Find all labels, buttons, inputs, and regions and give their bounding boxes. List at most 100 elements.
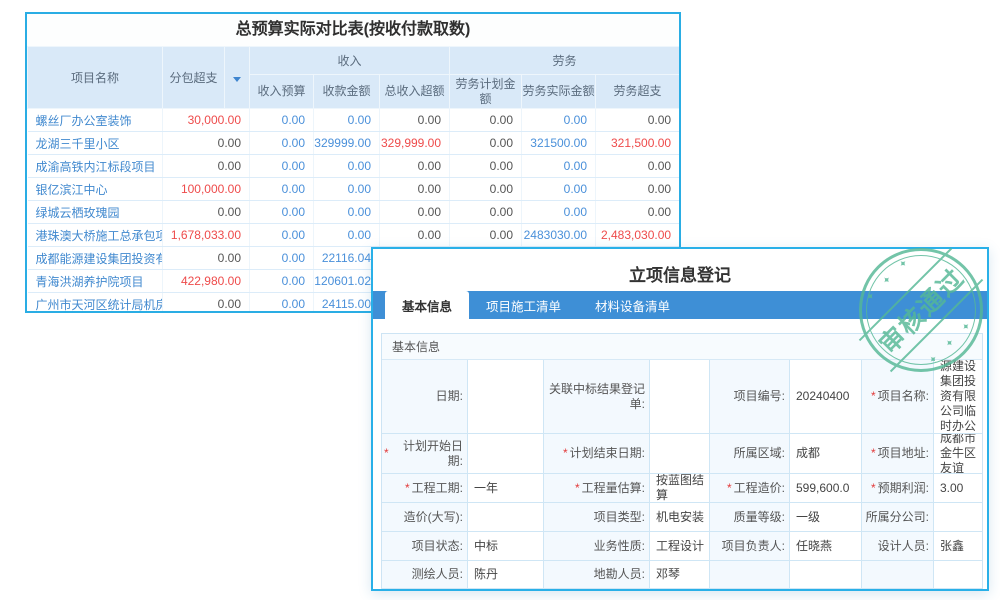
col-header-receipt-amount: 收款金额 — [314, 75, 380, 109]
amount-cell[interactable]: 0.00 — [314, 155, 380, 178]
field-value[interactable] — [650, 434, 710, 474]
project-name-link[interactable]: 银亿滨江中心 — [28, 178, 163, 201]
project-name-link[interactable]: 成渝高铁内江标段项目 — [28, 155, 163, 178]
amount-cell: 0.00 — [380, 109, 450, 132]
amount-cell[interactable]: 0.00 — [522, 109, 596, 132]
form-grid: 日期:关联中标结果登记单:项目编号:20240400*项目名称:成都能源建设集团… — [382, 360, 982, 589]
amount-cell[interactable]: 0.00 — [314, 178, 380, 201]
amount-cell: 0.00 — [380, 155, 450, 178]
field-label: *工程工期: — [382, 474, 468, 503]
amount-cell[interactable]: 0.00 — [314, 224, 380, 247]
amount-cell[interactable]: 0.00 — [250, 201, 314, 224]
amount-cell: 0.00 — [450, 224, 522, 247]
field-label: 项目编号: — [710, 360, 790, 434]
amount-cell: 0.00 — [163, 293, 250, 314]
amount-cell[interactable]: 0.00 — [250, 178, 314, 201]
field-label: *工程造价: — [710, 474, 790, 503]
amount-cell[interactable]: 0.00 — [314, 201, 380, 224]
col-group-labor: 劳务 — [450, 47, 680, 75]
field-value[interactable]: 成都能源建设集团投资有限公司临时办公场所 — [934, 360, 982, 434]
table-row: 港珠澳大桥施工总承包项目1,678,033.000.000.000.000.00… — [28, 224, 680, 247]
project-name-link[interactable]: 龙湖三千里小区 — [28, 132, 163, 155]
amount-cell[interactable]: 0.00 — [250, 224, 314, 247]
amount-cell: 0.00 — [163, 201, 250, 224]
field-value[interactable]: 3.00 — [934, 474, 982, 503]
amount-cell[interactable]: 0.00 — [522, 178, 596, 201]
project-name-link[interactable]: 成都能源建设集团投资有限公司 — [28, 247, 163, 270]
sort-caret-icon[interactable] — [225, 47, 250, 109]
field-value[interactable]: 599,600.0 — [790, 474, 862, 503]
amount-cell[interactable]: 24115.00 — [314, 293, 380, 314]
amount-cell[interactable]: 321500.00 — [522, 132, 596, 155]
field-label: 日期: — [382, 360, 468, 434]
empty-cell — [862, 561, 934, 589]
tab-construction-list[interactable]: 项目施工清单 — [469, 291, 578, 319]
required-asterisk: * — [384, 446, 389, 461]
field-value[interactable]: 按蓝图结算 — [650, 474, 710, 503]
amount-cell[interactable]: 0.00 — [522, 155, 596, 178]
field-value[interactable] — [468, 434, 544, 474]
table-row: 成渝高铁内江标段项目0.000.000.000.000.000.000.00 — [28, 155, 680, 178]
amount-cell: 0.00 — [450, 178, 522, 201]
project-name-link[interactable]: 青海洪湖养护院项目 — [28, 270, 163, 293]
field-value[interactable]: 成都市金牛区友谊 — [934, 434, 982, 474]
field-label: 质量等级: — [710, 503, 790, 532]
amount-cell[interactable]: 329999.00 — [314, 132, 380, 155]
field-value[interactable] — [468, 360, 544, 434]
field-value[interactable]: 任晓燕 — [790, 532, 862, 561]
field-value[interactable]: 20240400 — [790, 360, 862, 434]
required-asterisk: * — [871, 481, 876, 496]
amount-cell[interactable]: 120601.02 — [314, 270, 380, 293]
amount-cell[interactable]: 0.00 — [250, 155, 314, 178]
field-label: 所属区域: — [710, 434, 790, 474]
amount-cell: 0.00 — [450, 201, 522, 224]
field-value[interactable]: 张鑫 — [934, 532, 982, 561]
field-label: 所属分公司: — [862, 503, 934, 532]
registration-window-title: 立项信息登记 — [373, 261, 987, 286]
field-label: 造价(大写): — [382, 503, 468, 532]
amount-cell[interactable]: 0.00 — [250, 109, 314, 132]
amount-cell[interactable]: 0.00 — [250, 293, 314, 314]
project-name-link[interactable]: 港珠澳大桥施工总承包项目 — [28, 224, 163, 247]
empty-cell — [934, 561, 982, 589]
field-value[interactable] — [934, 503, 982, 532]
amount-cell[interactable]: 0.00 — [522, 201, 596, 224]
amount-cell[interactable]: 2483030.00 — [522, 224, 596, 247]
amount-cell[interactable]: 0.00 — [250, 270, 314, 293]
field-value[interactable]: 成都 — [790, 434, 862, 474]
field-value[interactable] — [468, 503, 544, 532]
amount-cell[interactable]: 0.00 — [314, 109, 380, 132]
table-row: 银亿滨江中心100,000.000.000.000.000.000.000.00 — [28, 178, 680, 201]
col-header-labor-actual: 劳务实际金额 — [522, 75, 596, 109]
field-value[interactable]: 中标 — [468, 532, 544, 561]
required-asterisk: * — [575, 481, 580, 496]
col-header-project: 项目名称 — [28, 47, 163, 109]
field-value[interactable]: 一级 — [790, 503, 862, 532]
tab-material-equipment-list[interactable]: 材料设备清单 — [578, 291, 687, 319]
basic-info-section: 基本信息 日期:关联中标结果登记单:项目编号:20240400*项目名称:成都能… — [381, 333, 983, 589]
field-value[interactable]: 陈丹 — [468, 561, 544, 589]
amount-cell: 100,000.00 — [163, 178, 250, 201]
field-value[interactable]: 机电安装 — [650, 503, 710, 532]
amount-cell: 0.00 — [163, 155, 250, 178]
tab-basic-info[interactable]: 基本信息 — [385, 291, 469, 319]
field-value[interactable]: 一年 — [468, 474, 544, 503]
field-value[interactable] — [650, 360, 710, 434]
amount-cell: 321,500.00 — [596, 132, 680, 155]
amount-cell[interactable]: 22116.04 — [314, 247, 380, 270]
amount-cell[interactable]: 0.00 — [250, 247, 314, 270]
field-value[interactable]: 邓琴 — [650, 561, 710, 589]
amount-cell: 0.00 — [450, 155, 522, 178]
amount-cell: 0.00 — [450, 132, 522, 155]
project-name-link[interactable]: 绿城云栖玫瑰园 — [28, 201, 163, 224]
col-header-subcontract-over[interactable]: 分包超支 — [163, 47, 225, 109]
project-name-link[interactable]: 广州市天河区统计局机房改造 — [28, 293, 163, 314]
amount-cell: 0.00 — [380, 224, 450, 247]
field-label: 地勘人员: — [544, 561, 650, 589]
comparison-table-title: 总预算实际对比表(按收付款取数) — [27, 14, 679, 46]
empty-cell — [790, 561, 862, 589]
amount-cell: 0.00 — [596, 178, 680, 201]
project-name-link[interactable]: 螺丝厂办公室装饰 — [28, 109, 163, 132]
field-value[interactable]: 工程设计 — [650, 532, 710, 561]
amount-cell[interactable]: 0.00 — [250, 132, 314, 155]
